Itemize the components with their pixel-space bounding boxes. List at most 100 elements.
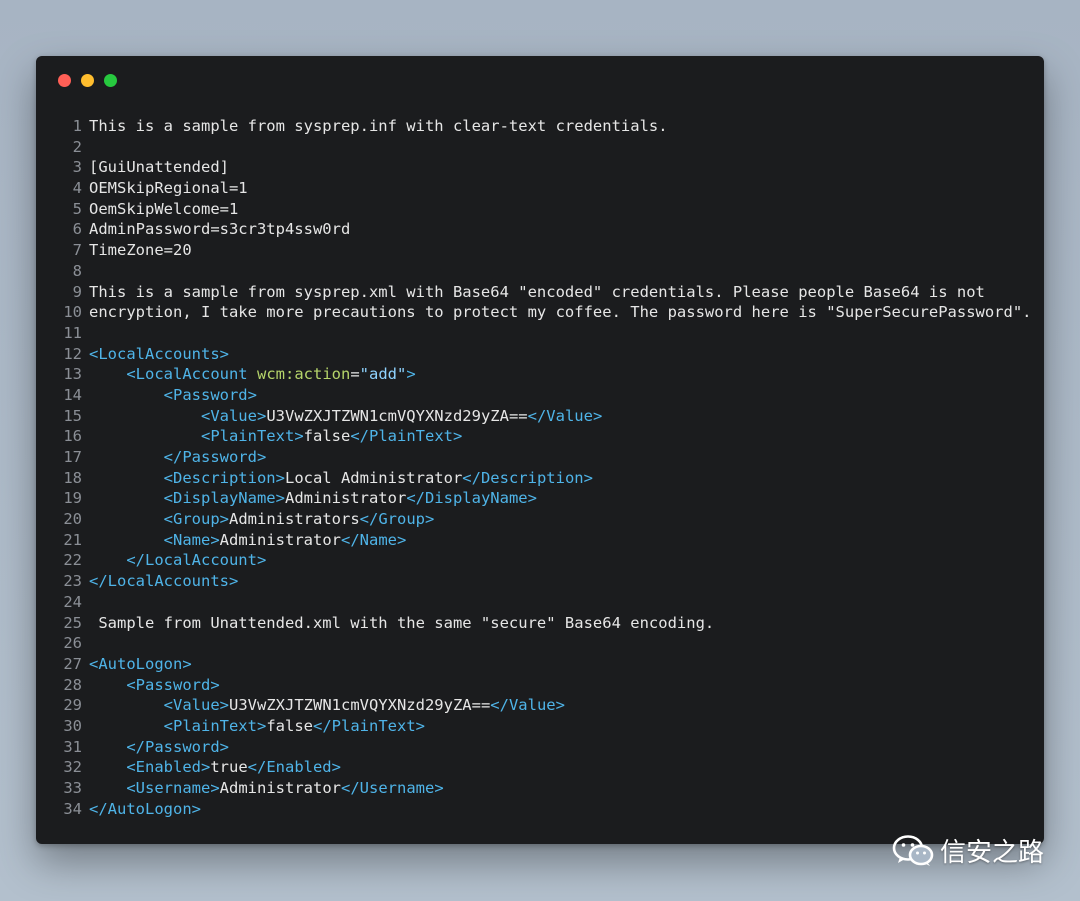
- line-text: TimeZone=20: [89, 241, 192, 260]
- line-number: 8: [72, 261, 82, 280]
- line-text: [GuiUnattended]: [89, 158, 229, 177]
- line-text: [82, 137, 89, 158]
- line-text: encryption, I take more precautions to p…: [89, 303, 1032, 322]
- line-text: OEMSkipRegional=1: [89, 179, 248, 198]
- code-line: 17 </Password>: [62, 447, 1034, 468]
- line-number: 6: [72, 220, 82, 239]
- line-text: </LocalAccount>: [126, 551, 267, 570]
- code-line: 6 AdminPassword=s3cr3tp4ssw0rd: [62, 219, 1034, 240]
- code-line: 25 Sample from Unattended.xml with the s…: [62, 613, 1034, 634]
- code-line: 12 <LocalAccounts>: [62, 344, 1034, 365]
- line-text: [82, 323, 89, 344]
- code-line: 7 TimeZone=20: [62, 240, 1034, 261]
- maximize-window-button[interactable]: [104, 74, 117, 87]
- window-controls: [58, 74, 117, 87]
- code-line: 3 [GuiUnattended]: [62, 157, 1034, 178]
- code-line: 22 </LocalAccount>: [62, 550, 1034, 571]
- line-number: 2: [72, 137, 82, 156]
- line-number: 13: [63, 365, 82, 384]
- code-line: 18 <Description>Local Administrator</Des…: [62, 468, 1034, 489]
- line-number: 16: [63, 427, 82, 446]
- line-number: 31: [63, 737, 82, 756]
- code-line: 5 OemSkipWelcome=1: [62, 199, 1034, 220]
- line-text: [82, 261, 89, 282]
- line-text: AdminPassword=s3cr3tp4ssw0rd: [89, 220, 351, 239]
- line-number: 5: [72, 199, 82, 218]
- code-line: 11: [62, 323, 1034, 344]
- code-line: 28 <Password>: [62, 675, 1034, 696]
- watermark: 信安之路: [892, 832, 1044, 869]
- line-number: 33: [63, 779, 82, 797]
- code-line: 19 <DisplayName>Administrator</DisplayNa…: [62, 488, 1034, 509]
- line-number: 20: [63, 510, 82, 529]
- line-number: 25: [63, 613, 82, 632]
- line-number: 1: [72, 117, 82, 135]
- line-text: <Name>Administrator</Name>: [163, 530, 407, 549]
- line-text: <LocalAccounts>: [89, 344, 229, 363]
- code-line: 21 <Name>Administrator</Name>: [62, 530, 1034, 551]
- line-number: 4: [72, 179, 82, 198]
- line-number: 3: [72, 158, 82, 177]
- line-number: 21: [63, 530, 82, 549]
- line-text: <LocalAccount wcm:action="add">: [126, 365, 416, 384]
- line-text: </Password>: [163, 448, 267, 466]
- line-text: </Password>: [126, 737, 229, 756]
- code-line: 20 <Group>Administrators</Group>: [62, 509, 1034, 530]
- line-number: 24: [63, 592, 82, 611]
- code-line: 16 <PlainText>false</PlainText>: [62, 426, 1034, 447]
- code-line: 30 <PlainText>false</PlainText>: [62, 716, 1034, 737]
- code-window: 1 This is a sample from sysprep.inf with …: [36, 56, 1044, 844]
- line-text: Sample from Unattended.xml with the same…: [89, 613, 715, 632]
- line-text: <Group>Administrators</Group>: [163, 510, 435, 529]
- code-line: 33 <Username>Administrator</Username>: [62, 778, 1034, 799]
- code-line: 24: [62, 592, 1034, 613]
- line-number: 30: [63, 716, 82, 735]
- code-line: 4 OEMSkipRegional=1: [62, 178, 1034, 199]
- code-line: 1 This is a sample from sysprep.inf with …: [62, 116, 1034, 137]
- line-text: <Value>U3VwZXJTZWN1cmVQYXNzd29yZA==</Val…: [163, 696, 565, 715]
- code-line: 2: [62, 137, 1034, 158]
- code-line: 23 </LocalAccounts>: [62, 571, 1034, 592]
- code-line: 26: [62, 633, 1034, 654]
- line-number: 10: [63, 303, 82, 322]
- line-number: 23: [63, 572, 82, 591]
- line-number: 28: [63, 675, 82, 694]
- line-number: 11: [63, 323, 82, 342]
- code-block: 1 This is a sample from sysprep.inf with …: [62, 116, 1034, 819]
- code-line: 32 <Enabled>true</Enabled>: [62, 757, 1034, 778]
- line-number: 29: [63, 696, 82, 715]
- line-text: This is a sample from sysprep.xml with B…: [89, 282, 985, 301]
- line-number: 15: [63, 406, 82, 425]
- line-text: <PlainText>false</PlainText>: [200, 427, 463, 446]
- code-line: 31 </Password>: [62, 737, 1034, 758]
- line-number: 9: [72, 282, 82, 301]
- line-number: 17: [63, 448, 82, 466]
- line-text: <Enabled>true</Enabled>: [126, 758, 341, 777]
- line-text: OemSkipWelcome=1: [89, 199, 239, 218]
- line-text: <Username>Administrator</Username>: [126, 779, 444, 797]
- line-text: [82, 592, 89, 613]
- line-text: </AutoLogon>: [89, 799, 201, 818]
- code-line: 29 <Value>U3VwZXJTZWN1cmVQYXNzd29yZA==</…: [62, 695, 1034, 716]
- watermark-text: 信安之路: [939, 838, 1044, 868]
- line-text: <DisplayName>Administrator</DisplayName>: [163, 489, 537, 508]
- line-text: <Password>: [126, 675, 220, 694]
- code-line: 13 <LocalAccount wcm:action="add">: [62, 364, 1034, 385]
- code-line: 27 <AutoLogon>: [62, 654, 1034, 675]
- minimize-window-button[interactable]: [81, 74, 94, 87]
- code-line: 8: [62, 261, 1034, 282]
- wechat-icon: [892, 834, 934, 868]
- code-line: 9 This is a sample from sysprep.xml with …: [62, 282, 1034, 303]
- line-number: 7: [72, 241, 82, 260]
- line-text: </LocalAccounts>: [89, 572, 239, 591]
- line-text: <Value>U3VwZXJTZWN1cmVQYXNzd29yZA==</Val…: [200, 406, 603, 425]
- line-text: <AutoLogon>: [89, 654, 192, 673]
- line-number: 12: [63, 344, 82, 363]
- line-text: <Description>Local Administrator</Descri…: [163, 468, 593, 487]
- line-number: 32: [63, 758, 82, 777]
- line-number: 27: [63, 654, 82, 673]
- code-line: 14 <Password>: [62, 385, 1034, 406]
- close-window-button[interactable]: [58, 74, 71, 87]
- line-text: <PlainText>false</PlainText>: [163, 716, 425, 735]
- line-number: 22: [63, 551, 82, 570]
